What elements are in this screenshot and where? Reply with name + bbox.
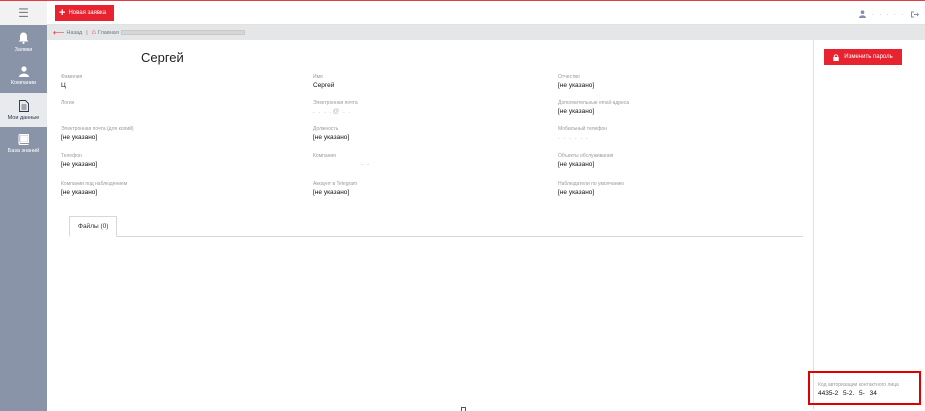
sidebar-item-label: База знаний: [7, 148, 40, 154]
field-service-objects: Объекты обслуживания [не указано]: [558, 153, 758, 169]
field-watched-companies: Компании под наблюдением [не указано]: [61, 181, 261, 197]
field-value: [не указано]: [61, 161, 98, 168]
field-middle-name: Отчество [не указано]: [558, 74, 758, 90]
top-bar: ☰ + Новая заявка . . . . .: [0, 0, 925, 25]
field-label: Объекты обслуживания: [558, 153, 614, 159]
user-menu[interactable]: . . . . .: [858, 8, 919, 20]
home-label: Главная: [97, 29, 119, 36]
field-value: - -: [361, 161, 371, 168]
field-position: Должность [не указано]: [313, 126, 513, 142]
field-telegram: Аккаунт в Telegram [не указано]: [313, 181, 513, 197]
field-label: Дополнительные email-адреса: [558, 100, 630, 106]
field-last-name: Фамилия Ц: [61, 74, 261, 90]
breadcrumb: ⟵ Назад | ⌂ Главная: [47, 25, 925, 40]
field-label: Электронная почта: [313, 100, 358, 106]
back-link[interactable]: ⟵ Назад: [53, 28, 82, 37]
change-password-button[interactable]: Изменить пароль: [824, 49, 902, 65]
user-name: . . . . .: [871, 11, 905, 17]
field-value: [не указано]: [558, 189, 595, 196]
user-icon: [858, 10, 866, 18]
field-value: . . . . . .: [558, 134, 589, 141]
sidebar-item-requests[interactable]: Заявки: [0, 25, 47, 59]
new-request-label: Новая заявка: [68, 10, 107, 16]
field-copy-email: Электронная почта (для копий) [не указан…: [61, 126, 261, 142]
new-request-button[interactable]: + Новая заявка: [55, 5, 114, 21]
resize-handle[interactable]: [461, 407, 466, 411]
field-value: [не указано]: [61, 134, 98, 141]
arrow-left-icon: ⟵: [53, 28, 65, 37]
field-company: Компания - -: [313, 153, 513, 169]
auth-code-box: Код авторизации контактного лица 4435-2 …: [808, 371, 921, 405]
field-label: Должность: [313, 126, 339, 132]
field-label: Мобильный телефон: [558, 126, 607, 132]
field-value: [не указано]: [558, 82, 595, 89]
hamburger-icon: ☰: [18, 6, 29, 20]
sidebar-item-label: Заявки: [14, 46, 33, 53]
bell-icon: [18, 32, 29, 44]
field-value: [не указано]: [61, 189, 98, 196]
user-icon: [18, 66, 29, 77]
field-value: [не указано]: [558, 108, 595, 115]
home-icon: ⌂: [91, 29, 96, 36]
field-value: [не указано]: [313, 189, 350, 196]
breadcrumb-separator: |: [86, 29, 88, 36]
field-login: Логин: [61, 100, 261, 107]
tab-bar: Файлы (0): [69, 216, 803, 237]
plus-icon: +: [59, 6, 66, 19]
field-label: Логин: [61, 100, 75, 106]
field-label: Электронная почта (для копий): [61, 126, 134, 132]
sidebar: Заявки Компании Мои данные База знаний: [0, 25, 47, 411]
menu-toggle-button[interactable]: ☰: [0, 1, 47, 25]
field-label: Телефон: [61, 153, 82, 159]
field-label: Наблюдатели по умолчанию: [558, 181, 625, 187]
change-password-label: Изменить пароль: [844, 54, 893, 60]
main-content: Сергей Фамилия Ц Имя Сергей Отчество [не…: [47, 40, 813, 409]
page-title: Сергей: [141, 50, 184, 65]
sidebar-item-my-data[interactable]: Мои данные: [0, 93, 47, 127]
tab-files[interactable]: Файлы (0): [69, 216, 118, 237]
field-default-watchers: Наблюдатели по умолчанию [не указано]: [558, 181, 758, 197]
breadcrumb-redacted-path: [120, 30, 245, 35]
field-value: Сергей: [313, 82, 335, 89]
field-value: Ц: [61, 82, 66, 89]
app-window: ☰ + Новая заявка . . . . . Заявки Компан…: [0, 0, 925, 411]
field-label: Имя: [313, 74, 323, 80]
field-phone: Телефон [не указано]: [61, 153, 261, 169]
field-label: Аккаунт в Telegram: [313, 181, 358, 187]
field-label: Компания: [313, 153, 336, 159]
book-icon: [18, 134, 29, 145]
auth-code-label: Код авторизации контактного лица: [818, 382, 899, 388]
field-extra-email: Дополнительные email-адреса [не указано]: [558, 100, 758, 116]
sidebar-item-knowledge-base[interactable]: База знаний: [0, 127, 47, 161]
sidebar-item-label: Компании: [10, 80, 37, 86]
field-label: Отчество: [558, 74, 580, 80]
back-label: Назад: [66, 29, 83, 36]
field-label: Компании под наблюдением: [61, 181, 128, 187]
document-icon: [18, 99, 29, 112]
auth-code-value: 4435-2 5-2. 5- 34: [818, 390, 877, 397]
lock-icon: [833, 53, 839, 61]
field-mobile-phone: Мобильный телефон . . . . . .: [558, 126, 758, 142]
field-label: Фамилия: [61, 74, 83, 80]
logout-icon[interactable]: [911, 11, 919, 18]
field-value: [не указано]: [558, 161, 595, 168]
sidebar-item-label: Мои данные: [7, 114, 40, 121]
sidebar-item-companies[interactable]: Компании: [0, 59, 47, 93]
right-panel: Изменить пароль Код авторизации контактн…: [808, 40, 925, 409]
field-value: [не указано]: [313, 134, 350, 141]
field-first-name: Имя Сергей: [313, 74, 513, 90]
field-email: Электронная почта . . . .@ . .: [313, 100, 513, 116]
field-value: . . . .@ . .: [313, 108, 352, 115]
home-link[interactable]: ⌂ Главная: [92, 29, 119, 36]
